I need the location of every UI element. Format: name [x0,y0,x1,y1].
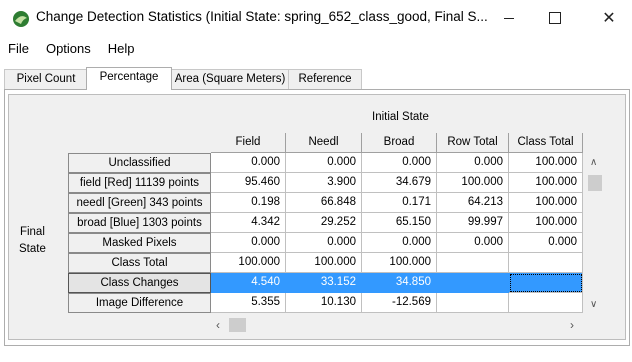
row-header[interactable]: Image Difference [68,293,211,313]
column-header[interactable]: Class Total [509,133,583,153]
close-icon: ✕ [602,10,616,27]
chevron-down-icon[interactable]: ∨ [590,299,597,310]
table-cell[interactable] [509,253,583,273]
minimize-button[interactable] [486,0,532,36]
menu-options[interactable]: Options [38,41,100,56]
chevron-left-icon[interactable]: ‹ [216,318,220,332]
table-cell[interactable]: 0.198 [211,193,286,213]
minimize-icon [504,17,514,19]
row-header[interactable]: Class Total [68,253,211,273]
table-cell[interactable]: 100.000 [509,153,583,173]
table-cell[interactable]: 0.000 [437,153,509,173]
horizontal-scroll-thumb[interactable] [229,318,246,332]
column-header[interactable]: Row Total [437,133,509,153]
table-cell[interactable]: 0.000 [286,233,362,253]
row-header[interactable]: Class Changes [68,273,211,293]
table-cell[interactable]: 0.000 [362,153,437,173]
table-cell[interactable] [437,293,509,313]
table-cell[interactable]: 0.171 [362,193,437,213]
table-cell[interactable]: 0.000 [211,153,286,173]
maximize-button[interactable] [532,0,578,36]
row-header[interactable]: broad [Blue] 1303 points [68,213,211,233]
vertical-scroll-thumb[interactable] [588,175,602,191]
table-cell[interactable]: 100.000 [437,173,509,193]
app-icon [13,11,29,27]
close-button[interactable]: ✕ [586,0,632,36]
menu-bar: File Options Help [0,37,144,59]
row-header[interactable]: field [Red] 11139 points [68,173,211,193]
final-state-label: Final State [19,226,46,255]
table-cell[interactable]: 0.000 [211,233,286,253]
horizontal-scrollbar[interactable] [212,316,586,333]
tab-reference[interactable]: Reference [288,69,362,89]
table-cell[interactable] [509,293,583,313]
table-cell[interactable]: 10.130 [286,293,362,313]
table-cell[interactable]: 100.000 [509,173,583,193]
table-cell[interactable]: 65.150 [362,213,437,233]
chevron-right-icon[interactable]: › [570,318,574,332]
table-cell[interactable] [437,273,509,293]
table-cell[interactable]: 29.252 [286,213,362,233]
table-cell[interactable]: 5.355 [211,293,286,313]
row-header[interactable]: needl [Green] 343 points [68,193,211,213]
table-cell[interactable]: 3.900 [286,173,362,193]
column-header[interactable]: Field [211,133,286,153]
table-cell[interactable]: 100.000 [509,193,583,213]
table-cell[interactable]: -12.569 [362,293,437,313]
table-cell[interactable]: 4.342 [211,213,286,233]
table-cell[interactable]: 34.679 [362,173,437,193]
menu-help[interactable]: Help [100,41,144,56]
table-cell[interactable]: 0.000 [362,233,437,253]
row-header[interactable]: Masked Pixels [68,233,211,253]
tab-area[interactable]: Area (Square Meters) [170,69,290,89]
column-header[interactable]: Broad [362,133,437,153]
tab-percentage[interactable]: Percentage [86,67,172,90]
menu-file[interactable]: File [0,41,38,56]
tab-pixel-count[interactable]: Pixel Count [4,69,88,89]
table-cell[interactable]: 64.213 [437,193,509,213]
maximize-icon [549,12,561,24]
row-header[interactable]: Unclassified [68,153,211,173]
table-cell[interactable] [509,273,583,293]
table-cell[interactable]: 34.850 [362,273,437,293]
window-title: Change Detection Statistics (Initial Sta… [36,9,488,24]
table-cell[interactable]: 4.540 [211,273,286,293]
table-cell[interactable]: 99.997 [437,213,509,233]
table-cell[interactable]: 100.000 [362,253,437,273]
table-cell[interactable]: 100.000 [509,213,583,233]
table-cell[interactable]: 0.000 [509,233,583,253]
table-cell[interactable]: 33.152 [286,273,362,293]
table-cell[interactable]: 100.000 [286,253,362,273]
initial-state-header: Initial State [372,111,429,123]
chevron-up-icon[interactable]: ∧ [590,157,597,168]
table-cell[interactable]: 0.000 [437,233,509,253]
column-header[interactable]: Needl [286,133,362,153]
table-cell[interactable]: 0.000 [286,153,362,173]
table-cell[interactable] [437,253,509,273]
table-cell[interactable]: 95.460 [211,173,286,193]
table-cell[interactable]: 100.000 [211,253,286,273]
table-cell[interactable]: 66.848 [286,193,362,213]
